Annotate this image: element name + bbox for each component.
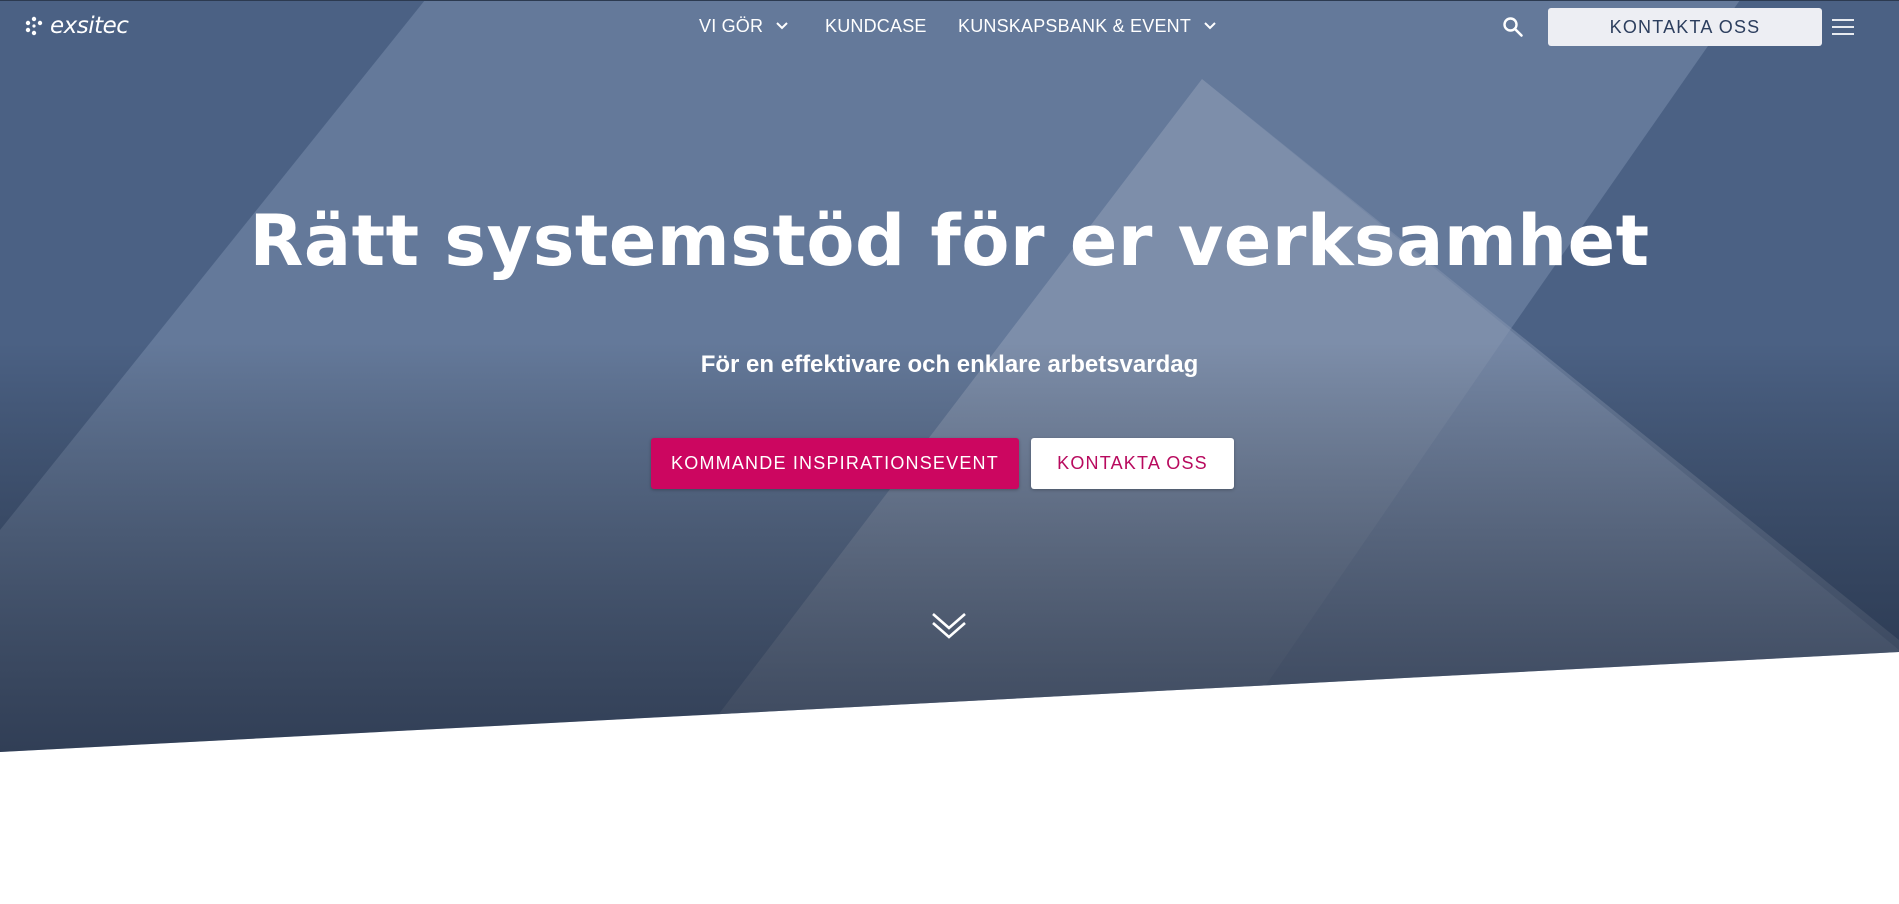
nav-item-label: KUNDCASE — [825, 16, 927, 36]
header-contact-button[interactable]: KONTAKTA OSS — [1548, 8, 1822, 46]
chevron-down-icon — [776, 22, 788, 30]
nav-item-kundcase[interactable]: KUNDCASE — [825, 15, 927, 37]
hero-title: Rätt systemstöd för er verksamhet — [249, 200, 1650, 282]
upcoming-events-button[interactable]: KOMMANDE INSPIRATIONSEVENT — [651, 438, 1019, 489]
brand-logo[interactable]: exsitec — [24, 13, 129, 39]
nav-item-label: KUNSKAPSBANK & EVENT — [958, 16, 1192, 36]
hamburger-menu-icon[interactable] — [1831, 17, 1855, 37]
nav-item-vi-gor[interactable]: VI GÖR — [699, 15, 789, 37]
hero-background — [0, 0, 1899, 752]
top-navigation: exsitec VI GÖR KUNDCASE KUNSKAPSBANK & E… — [0, 0, 1899, 50]
brand-logo-text: exsitec — [50, 13, 129, 39]
nav-item-label: VI GÖR — [699, 16, 764, 36]
nav-item-kunskapsbank-event[interactable]: KUNSKAPSBANK & EVENT — [958, 15, 1217, 37]
hero-contact-button[interactable]: KONTAKTA OSS — [1031, 438, 1234, 489]
chevron-down-icon — [1204, 22, 1216, 30]
hero-subtitle: För en effektivare och enklare arbetsvar… — [700, 351, 1199, 378]
exsitec-dots-logo-icon — [25, 16, 43, 36]
search-icon[interactable] — [1502, 16, 1524, 38]
double-chevron-down-icon[interactable] — [930, 608, 968, 642]
